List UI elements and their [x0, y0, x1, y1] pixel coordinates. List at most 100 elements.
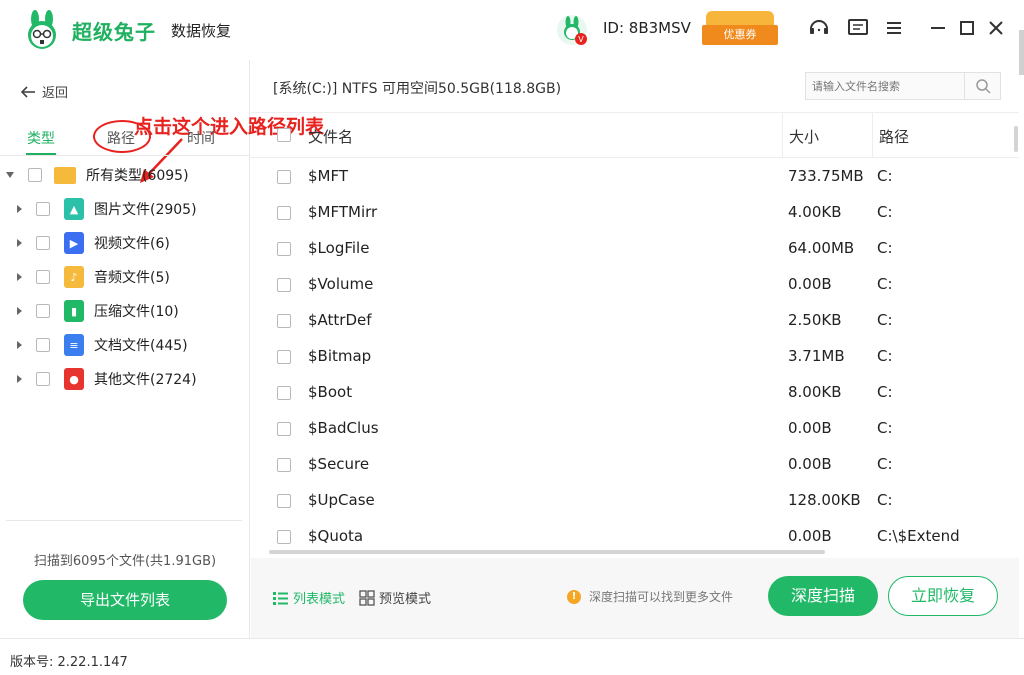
annotation-circle — [93, 120, 151, 153]
caret-right-icon[interactable] — [17, 239, 22, 247]
tree-item-documents[interactable]: ≡ 文档文件(445) — [0, 328, 250, 362]
caret-down-icon[interactable] — [6, 172, 14, 178]
grid-icon — [359, 589, 375, 606]
tree-item-label: 图片文件(2905) — [94, 202, 197, 218]
file-list-panel: [系统(C:)] NTFS 可用空间50.5GB(118.8GB) 文件名 大小… — [251, 60, 1019, 638]
horizontal-scrollbar[interactable] — [269, 550, 825, 554]
tab-time[interactable]: 时间 — [187, 128, 215, 148]
checkbox[interactable] — [36, 236, 50, 250]
table-row[interactable]: $Volume 0.00B C: — [251, 267, 1019, 303]
tab-type[interactable]: 类型 — [27, 128, 55, 148]
row-checkbox[interactable] — [277, 530, 291, 544]
tree-item-audio[interactable]: ♪ 音频文件(5) — [0, 260, 250, 294]
tree-item-images[interactable]: ▲ 图片文件(2905) — [0, 192, 250, 226]
file-name: $Secure — [308, 455, 370, 473]
row-checkbox[interactable] — [277, 278, 291, 292]
checkbox[interactable] — [36, 202, 50, 216]
table-row[interactable]: $MFT 733.75MB C: — [251, 159, 1019, 195]
column-path[interactable]: 路径 — [879, 126, 909, 147]
caret-right-icon[interactable] — [17, 341, 22, 349]
user-avatar-icon[interactable]: V — [556, 14, 588, 46]
back-label: 返回 — [42, 86, 69, 101]
checkbox[interactable] — [28, 168, 42, 182]
file-size: 0.00B — [788, 527, 832, 545]
checkbox[interactable] — [36, 304, 50, 318]
table-row[interactable]: $UpCase 128.00KB C: — [251, 483, 1019, 519]
action-bar: 列表模式 预览模式 ! 深度扫描可以找到更多文件 深度扫描 立即恢复 — [251, 558, 1019, 638]
list-mode-label: 列表模式 — [293, 592, 346, 607]
export-list-button[interactable]: 导出文件列表 — [23, 580, 227, 620]
search-input[interactable] — [806, 73, 964, 99]
row-checkbox[interactable] — [277, 170, 291, 184]
caret-right-icon[interactable] — [17, 205, 22, 213]
caret-right-icon[interactable] — [17, 375, 22, 383]
close-icon[interactable] — [984, 16, 1008, 40]
file-size: 0.00B — [788, 419, 832, 437]
column-name[interactable]: 文件名 — [308, 126, 353, 147]
table-row[interactable]: $Boot 8.00KB C: — [251, 375, 1019, 411]
customer-service-icon[interactable] — [807, 16, 831, 40]
tab-underline — [26, 153, 56, 155]
row-checkbox[interactable] — [277, 422, 291, 436]
brand-name: 超级兔子 — [72, 20, 156, 44]
search-box[interactable] — [805, 72, 1001, 100]
file-rows: $MFT 733.75MB C: $MFTMirr 4.00KB C: $LogFile 64… — [251, 159, 1019, 555]
file-path: C: — [877, 347, 893, 365]
file-path: C: — [877, 383, 893, 401]
back-button[interactable]: 返回 — [20, 82, 68, 101]
audio-file-icon: ♪ — [64, 266, 84, 288]
checkbox[interactable] — [36, 270, 50, 284]
row-checkbox[interactable] — [277, 206, 291, 220]
recover-now-button[interactable]: 立即恢复 — [888, 576, 998, 616]
table-row[interactable]: $Bitmap 3.71MB C: — [251, 339, 1019, 375]
checkbox[interactable] — [36, 372, 50, 386]
image-file-icon: ▲ — [64, 198, 84, 220]
vertical-scrollbar[interactable] — [1014, 126, 1018, 152]
preview-mode-button[interactable]: 预览模式 — [359, 588, 431, 607]
feedback-icon[interactable] — [846, 16, 870, 40]
table-row[interactable]: $Secure 0.00B C: — [251, 447, 1019, 483]
video-file-icon: ▶ — [64, 232, 84, 254]
rabbit-logo — [28, 10, 56, 49]
caret-right-icon[interactable] — [17, 273, 22, 281]
version-label: 版本号: 2.22.1.147 — [10, 655, 128, 670]
table-row[interactable]: $AttrDef 2.50KB C: — [251, 303, 1019, 339]
caret-right-icon[interactable] — [17, 307, 22, 315]
file-name: $AttrDef — [308, 311, 372, 329]
deep-scan-button[interactable]: 深度扫描 — [768, 576, 878, 616]
maximize-icon[interactable] — [955, 16, 979, 40]
tree-item-videos[interactable]: ▶ 视频文件(6) — [0, 226, 250, 260]
file-name: $Volume — [308, 275, 374, 293]
file-size: 733.75MB — [788, 167, 864, 185]
list-mode-button[interactable]: 列表模式 — [273, 588, 345, 607]
row-checkbox[interactable] — [277, 314, 291, 328]
tree-item-other[interactable]: ● 其他文件(2724) — [0, 362, 250, 396]
checkbox[interactable] — [36, 338, 50, 352]
scan-summary: 扫描到6095个文件(共1.91GB) — [33, 554, 217, 569]
file-name: $LogFile — [308, 239, 370, 257]
app-window: 超级兔子 数据恢复 V ID: 8B3MSV 优惠券 返回 点击这个进入路径列表… — [0, 0, 1024, 675]
tree-item-all[interactable]: 所有类型(6095) — [0, 158, 250, 192]
row-checkbox[interactable] — [277, 242, 291, 256]
row-checkbox[interactable] — [277, 350, 291, 364]
coupon-button[interactable]: 优惠券 — [702, 11, 778, 45]
menu-icon[interactable] — [882, 16, 906, 40]
row-checkbox[interactable] — [277, 494, 291, 508]
select-all-checkbox[interactable] — [277, 128, 291, 142]
row-checkbox[interactable] — [277, 458, 291, 472]
row-checkbox[interactable] — [277, 386, 291, 400]
window-scrollbar[interactable] — [1019, 30, 1024, 75]
file-path: C: — [877, 455, 893, 473]
table-row[interactable]: $BadClus 0.00B C: — [251, 411, 1019, 447]
table-row[interactable]: $MFTMirr 4.00KB C: — [251, 195, 1019, 231]
table-row[interactable]: $LogFile 64.00MB C: — [251, 231, 1019, 267]
warning-icon: ! — [567, 589, 581, 604]
file-name: $BadClus — [308, 419, 379, 437]
tree-item-label: 其他文件(2724) — [94, 372, 197, 388]
minimize-icon[interactable] — [926, 16, 950, 40]
drive-info: [系统(C:)] NTFS 可用空间50.5GB(118.8GB) — [273, 81, 562, 97]
folder-icon — [54, 166, 76, 184]
tree-item-archives[interactable]: ▮ 压缩文件(10) — [0, 294, 250, 328]
column-size[interactable]: 大小 — [789, 126, 819, 147]
search-button[interactable] — [964, 73, 1000, 99]
